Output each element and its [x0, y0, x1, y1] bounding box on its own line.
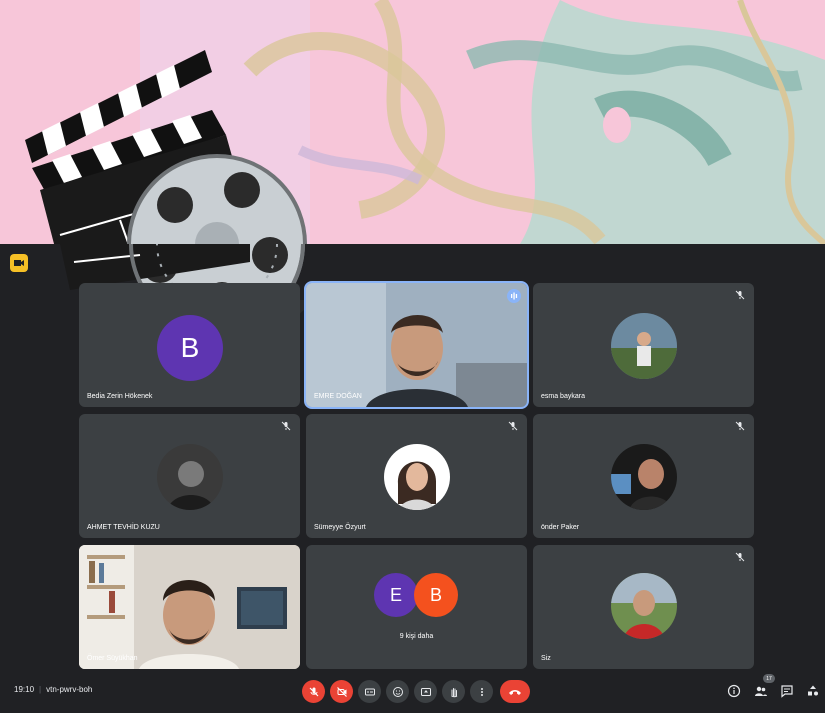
mic-off-icon [735, 552, 745, 562]
mic-off-icon [309, 687, 318, 696]
chat-icon[interactable] [780, 684, 794, 698]
page: B Bedia Zerin Hökenek EMRE DOĞAN esma ba… [0, 0, 825, 713]
participant-name: Ömer Süyükhan [87, 655, 138, 662]
participant-name: Sümeyye Özyurt [314, 524, 366, 531]
participant-tile[interactable]: önder Paker [533, 414, 754, 538]
captions-icon [364, 688, 375, 695]
raise-hand-button[interactable] [442, 680, 465, 703]
mic-off-icon [508, 421, 518, 431]
participant-tile-active-speaker[interactable]: EMRE DOĞAN [304, 281, 529, 409]
end-call-icon [509, 689, 521, 695]
camera-off-icon [336, 686, 347, 697]
more-options-button[interactable] [470, 680, 493, 703]
meeting-code: vtn-pwrv-boh [46, 685, 93, 694]
decorative-banner [0, 0, 825, 244]
participant-name: Bedia Zerin Hökenek [87, 393, 153, 400]
info-icon[interactable] [727, 684, 741, 698]
avatar [157, 444, 223, 510]
control-bar: 19:10 | vtn-pwrv-boh [0, 672, 825, 713]
participant-name: esma baykara [541, 393, 585, 400]
reactions-button[interactable] [386, 680, 409, 703]
avatar [611, 444, 677, 510]
camera-toggle-button[interactable] [330, 680, 353, 703]
participant-video [79, 545, 300, 669]
participant-name: Siz [541, 655, 551, 662]
mic-off-icon [281, 421, 291, 431]
participant-name: AHMET TEVHİD KUZU [87, 524, 160, 531]
participant-video [306, 283, 527, 407]
more-participants-label: 9 kişi daha [399, 633, 434, 640]
participant-name: EMRE DOĞAN [314, 393, 362, 400]
present-button[interactable] [414, 680, 437, 703]
mic-toggle-button[interactable] [302, 680, 325, 703]
banner-artwork [0, 0, 825, 244]
participant-tile[interactable]: B Bedia Zerin Hökenek [79, 283, 300, 407]
speaking-icon [507, 289, 521, 303]
emoji-icon [392, 686, 403, 697]
avatar: B [157, 315, 223, 381]
present-icon [420, 687, 431, 696]
mic-off-icon [735, 290, 745, 300]
participant-tile[interactable]: esma baykara [533, 283, 754, 407]
separator: | [39, 685, 42, 694]
more-icon [480, 687, 483, 696]
meeting-time: 19:10 [14, 685, 35, 694]
participant-tile-self[interactable]: Siz [533, 545, 754, 669]
avatar: E [374, 573, 418, 617]
more-participants-tile[interactable]: E B 9 kişi daha [306, 545, 527, 669]
participant-tile[interactable]: Sümeyye Özyurt [306, 414, 527, 538]
avatar [611, 313, 677, 379]
raise-hand-icon [450, 687, 457, 697]
participant-tile[interactable]: Ömer Süyükhan [79, 545, 300, 669]
participant-name: önder Paker [541, 524, 580, 531]
avatar [384, 444, 450, 510]
participant-count-badge: 17 [763, 674, 775, 683]
mic-off-icon [735, 421, 745, 431]
meeting-info: 19:10 | vtn-pwrv-boh [14, 685, 92, 694]
people-icon[interactable] [754, 684, 768, 698]
activities-icon[interactable] [806, 684, 820, 698]
participant-tile[interactable]: AHMET TEVHİD KUZU [79, 414, 300, 538]
avatar: B [414, 573, 458, 617]
captions-button[interactable] [358, 680, 381, 703]
end-call-button[interactable] [500, 680, 530, 703]
avatar [611, 573, 677, 639]
